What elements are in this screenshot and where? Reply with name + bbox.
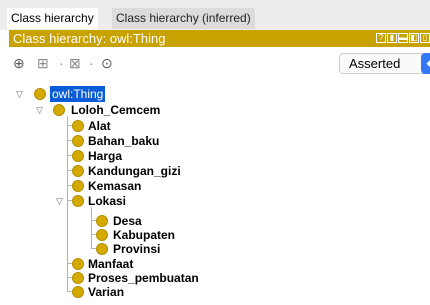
tree-node-label[interactable]: Harga — [88, 148, 122, 164]
add-subclass-icon[interactable]: ⊕ — [13, 55, 25, 72]
tree-node-label[interactable]: Alat — [88, 118, 111, 134]
chevron-down-icon[interactable]: ▽ — [16, 86, 23, 102]
tab-bar: Class hierarchy Class hierarchy (inferre… — [0, 0, 430, 30]
class-icon — [72, 165, 84, 177]
class-tree: ▽ owl:Thing ▽ Loloh_Cemcem Alat Bahan_ba… — [0, 81, 430, 305]
tree-node-label[interactable]: Lokasi — [88, 193, 126, 209]
class-icon — [72, 258, 84, 270]
tree-node-label[interactable]: owl:Thing — [50, 86, 106, 102]
tab-class-hierarchy[interactable]: Class hierarchy — [7, 8, 98, 29]
view-title-bar: Class hierarchy: owl:Thing ? ▮ ▬ ◧ ▯ — [9, 30, 430, 47]
delete-class-icon[interactable]: ⊠ — [69, 55, 81, 72]
view-mode-value: Asserted — [349, 56, 401, 71]
class-icon — [72, 286, 84, 298]
chevron-down-icon[interactable]: ▽ — [36, 102, 43, 118]
class-icon — [34, 88, 46, 100]
tree-node-label[interactable]: Provinsi — [113, 241, 160, 257]
tree-node-label[interactable]: Varian — [88, 284, 124, 300]
tab-class-hierarchy-inferred[interactable]: Class hierarchy (inferred) — [112, 8, 255, 29]
view-window-controls: ? ▮ ▬ ◧ ▯ — [376, 33, 430, 43]
class-icon — [96, 243, 108, 255]
class-icon — [72, 195, 84, 207]
chevron-down-icon[interactable]: ▽ — [56, 193, 63, 209]
tree-node-label[interactable]: Kemasan — [88, 178, 141, 194]
chevron-updown-icon: ◆ — [421, 53, 430, 74]
minimize-icon[interactable]: ▬ — [398, 33, 408, 43]
class-icon — [72, 135, 84, 147]
toolbar: ⊕ ⊞ · ⊠ · ⊙ Asserted ◆ — [9, 47, 430, 81]
class-icon — [72, 120, 84, 132]
tree-node-label[interactable]: Loloh_Cemcem — [71, 102, 160, 118]
add-sibling-icon[interactable]: ⊞ — [37, 55, 49, 72]
separator-dot-icon: · — [89, 55, 94, 71]
class-icon — [53, 104, 65, 116]
tree-node-label[interactable]: Bahan_baku — [88, 133, 159, 149]
tree-node-label[interactable]: Kandungan_gizi — [88, 163, 181, 179]
class-icon — [72, 180, 84, 192]
class-icon — [72, 272, 84, 284]
tree-connector — [91, 207, 92, 248]
tree-connector — [67, 116, 68, 291]
pin-icon[interactable]: ▮ — [387, 33, 397, 43]
help-icon[interactable]: ? — [376, 33, 386, 43]
view-title: Class hierarchy: owl:Thing — [13, 31, 166, 46]
target-icon[interactable]: ⊙ — [101, 55, 113, 72]
class-icon — [96, 215, 108, 227]
split-icon[interactable]: ◧ — [409, 33, 419, 43]
view-mode-select[interactable]: Asserted ◆ — [339, 53, 430, 74]
class-icon — [96, 229, 108, 241]
separator-dot-icon: · — [59, 55, 64, 71]
close-view-icon[interactable]: ▯ — [420, 33, 430, 43]
class-icon — [72, 150, 84, 162]
